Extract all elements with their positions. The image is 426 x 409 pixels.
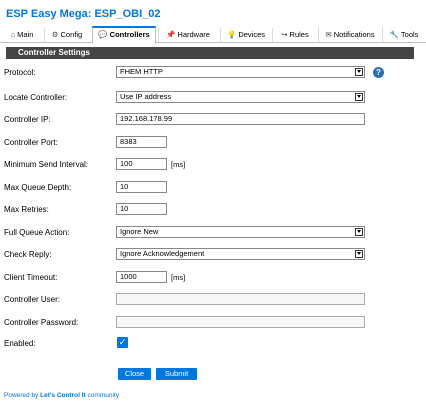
full-queue-label: Full Queue Action: bbox=[4, 228, 70, 237]
tab-hardware[interactable]: 📌 Hardware bbox=[158, 28, 217, 42]
timeout-input[interactable]: 1000 bbox=[116, 271, 167, 283]
locate-select[interactable]: Use IP address bbox=[116, 91, 365, 103]
min-interval-label: Minimum Send Interval: bbox=[4, 160, 89, 169]
chevron-down-icon bbox=[355, 228, 363, 236]
password-input[interactable] bbox=[116, 316, 365, 328]
ip-input[interactable]: 192.168.178.99 bbox=[116, 113, 365, 125]
timeout-unit: [ms] bbox=[171, 273, 186, 282]
retries-label: Max Retries: bbox=[4, 205, 49, 214]
timeout-label: Client Timeout: bbox=[4, 273, 58, 282]
tab-devices[interactable]: 💡 Devices bbox=[220, 28, 271, 42]
tab-rules[interactable]: ↪ Rules bbox=[272, 28, 317, 42]
chevron-down-icon bbox=[355, 93, 363, 101]
chat-icon: 💬 bbox=[98, 30, 108, 39]
footer: Powered by Let's Control It community bbox=[4, 392, 119, 399]
tab-tools[interactable]: 🔧 Tools bbox=[382, 28, 425, 42]
tab-controllers[interactable]: 💬 Controllers bbox=[92, 26, 156, 44]
nav-tabs: ⌂ Main ⚙ Config 💬 Controllers 📌 Hardware 💡 De… bbox=[0, 26, 426, 44]
page-title: ESP Easy Mega: ESP_OBI_02 bbox=[6, 8, 161, 20]
submit-button[interactable]: Submit bbox=[156, 368, 197, 380]
check-reply-label: Check Reply: bbox=[4, 250, 52, 259]
tab-config[interactable]: ⚙ Config bbox=[44, 28, 89, 42]
port-label: Controller Port: bbox=[4, 138, 58, 147]
chevron-down-icon bbox=[355, 250, 363, 258]
retries-input[interactable]: 10 bbox=[116, 203, 167, 215]
pin-icon: 📌 bbox=[166, 30, 176, 39]
checkmark-icon: ✓ bbox=[118, 337, 127, 347]
footer-link[interactable]: Let's Control It bbox=[40, 392, 86, 399]
tab-main[interactable]: ⌂ Main bbox=[2, 28, 42, 42]
gear-icon: ⚙ bbox=[51, 30, 59, 39]
min-interval-input[interactable]: 100 bbox=[116, 158, 167, 170]
protocol-label: Protocol: bbox=[4, 68, 36, 77]
section-header: Controller Settings bbox=[6, 47, 414, 59]
port-input[interactable]: 8383 bbox=[116, 136, 167, 148]
full-queue-select[interactable]: Ignore New bbox=[116, 226, 365, 238]
user-label: Controller User: bbox=[4, 295, 61, 304]
protocol-select[interactable]: FHEM HTTP bbox=[116, 66, 365, 78]
enabled-label: Enabled: bbox=[4, 339, 36, 348]
locate-label: Locate Controller: bbox=[4, 93, 68, 102]
bulb-icon: 💡 bbox=[226, 30, 237, 39]
arrow-icon: ↪ bbox=[281, 30, 288, 39]
queue-depth-input[interactable]: 10 bbox=[116, 181, 167, 193]
password-label: Controller Password: bbox=[4, 318, 79, 327]
enabled-checkbox[interactable]: ✓ bbox=[117, 337, 128, 348]
chevron-down-icon bbox=[355, 68, 363, 76]
check-reply-select[interactable]: Ignore Acknowledgement bbox=[116, 248, 365, 260]
tab-notifications[interactable]: ✉ Notifications bbox=[318, 28, 381, 42]
close-button[interactable]: Close bbox=[118, 368, 151, 380]
ip-label: Controller IP: bbox=[4, 115, 51, 124]
user-input[interactable] bbox=[116, 293, 365, 305]
help-icon[interactable]: ? bbox=[373, 67, 384, 78]
wrench-icon: 🔧 bbox=[389, 30, 399, 39]
envelope-icon: ✉ bbox=[325, 30, 332, 39]
min-interval-unit: [ms] bbox=[171, 160, 186, 169]
home-icon: ⌂ bbox=[10, 30, 16, 39]
queue-depth-label: Max Queue Depth: bbox=[4, 183, 72, 192]
